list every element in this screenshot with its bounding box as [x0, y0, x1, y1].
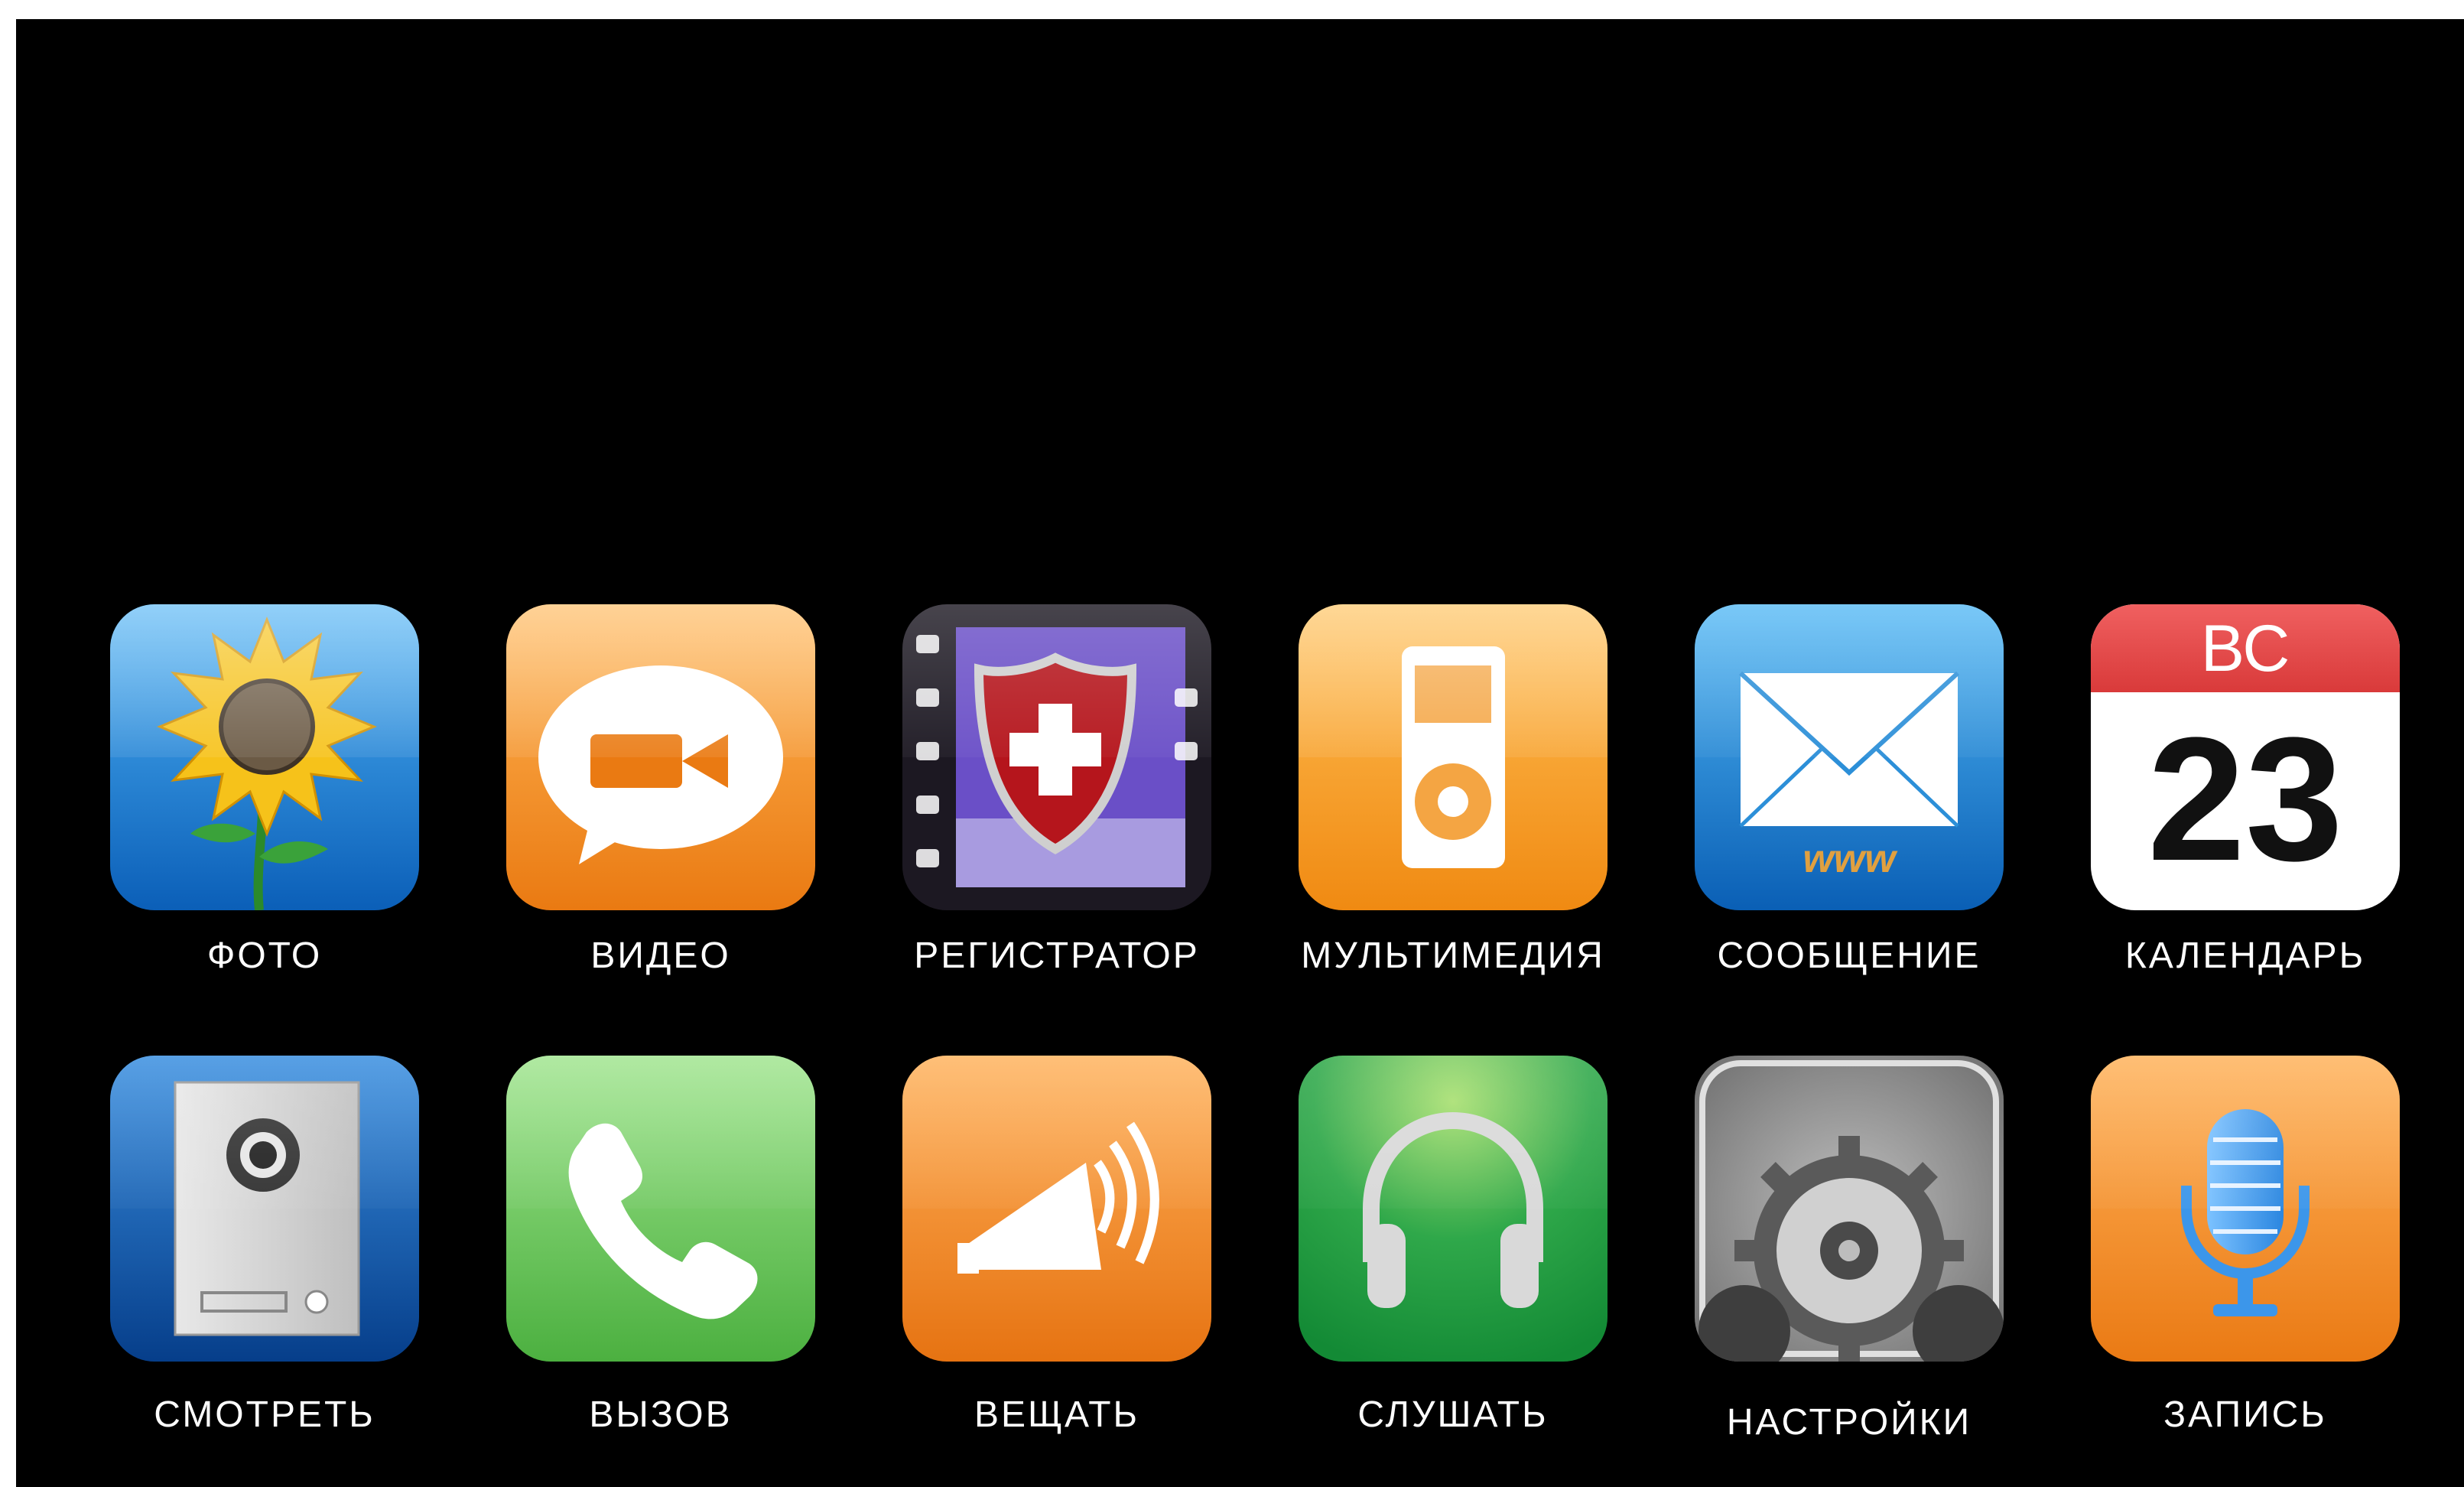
app-registrator[interactable]: РЕГИСТРАТОР [896, 604, 1217, 1002]
app-multimedia[interactable]: МУЛЬТИМЕДИЯ [1292, 604, 1614, 1002]
app-foto[interactable]: ФОТО [104, 604, 425, 1002]
calendar-icon: ВС 23 [2091, 604, 2400, 910]
call-tile[interactable] [506, 1056, 815, 1362]
app-label: ВЕЩАТЬ [974, 1394, 1140, 1435]
home-screen: ФОТО ВИДЕО РЕГИСТРАТОР МУЛЬТИМЕДИЯ www С… [16, 19, 2464, 1487]
broadcast-tile[interactable] [902, 1056, 1211, 1362]
record-tile[interactable] [2091, 1056, 2400, 1362]
settings-tile[interactable] [1695, 1056, 2004, 1362]
video-tile[interactable] [506, 604, 815, 910]
message-tile[interactable]: www [1695, 604, 2004, 910]
calendar-day-name: ВС [2200, 612, 2290, 685]
microphone-icon [2091, 1056, 2400, 1362]
foto-tile[interactable] [110, 604, 419, 910]
watch-tile[interactable] [110, 1056, 419, 1362]
megaphone-icon [902, 1056, 1211, 1362]
app-label: КАЛЕНДАРЬ [2124, 935, 2366, 976]
door-panel-camera-icon [110, 1056, 419, 1362]
headphones-icon [1299, 1056, 1607, 1362]
film-shield-icon [902, 604, 1211, 910]
app-label: НАСТРОЙКИ [1726, 1402, 1972, 1443]
app-label: СООБЩЕНИЕ [1717, 935, 1981, 976]
calendar-date: 23 [2147, 701, 2343, 897]
multimedia-tile[interactable] [1299, 604, 1607, 910]
app-broadcast[interactable]: ВЕЩАТЬ [896, 1056, 1217, 1453]
sunflower-photo-icon [110, 604, 419, 910]
app-listen[interactable]: СЛУШАТЬ [1292, 1056, 1614, 1453]
app-label: СЛУШАТЬ [1357, 1394, 1549, 1435]
app-record[interactable]: ЗАПИСЬ [2085, 1056, 2406, 1453]
app-label: ВИДЕО [590, 935, 731, 976]
app-calendar[interactable]: ВС 23 КАЛЕНДАРЬ [2085, 604, 2406, 1002]
listen-tile[interactable] [1299, 1056, 1607, 1362]
video-camera-bubble-icon [506, 604, 815, 910]
app-label: ВЫЗОВ [589, 1394, 733, 1435]
app-label: ФОТО [206, 935, 323, 976]
phone-handset-icon [506, 1056, 815, 1362]
app-label: РЕГИСТРАТОР [914, 935, 1200, 976]
svg-text:www: www [1802, 837, 1898, 881]
app-message[interactable]: www СООБЩЕНИЕ [1689, 604, 2010, 1002]
app-label: ЗАПИСЬ [2163, 1394, 2327, 1435]
app-settings[interactable]: НАСТРОЙКИ [1689, 1056, 2010, 1453]
envelope-icon: www [1695, 604, 2004, 910]
app-call[interactable]: ВЫЗОВ [500, 1056, 821, 1453]
app-label: МУЛЬТИМЕДИЯ [1301, 935, 1605, 976]
calendar-tile[interactable]: ВС 23 [2091, 604, 2400, 910]
gears-icon [1695, 1056, 2004, 1362]
media-player-icon [1299, 604, 1607, 910]
registrator-tile[interactable] [902, 604, 1211, 910]
app-label: СМОТРЕТЬ [154, 1394, 375, 1435]
app-video[interactable]: ВИДЕО [500, 604, 821, 1002]
app-watch[interactable]: СМОТРЕТЬ [104, 1056, 425, 1453]
